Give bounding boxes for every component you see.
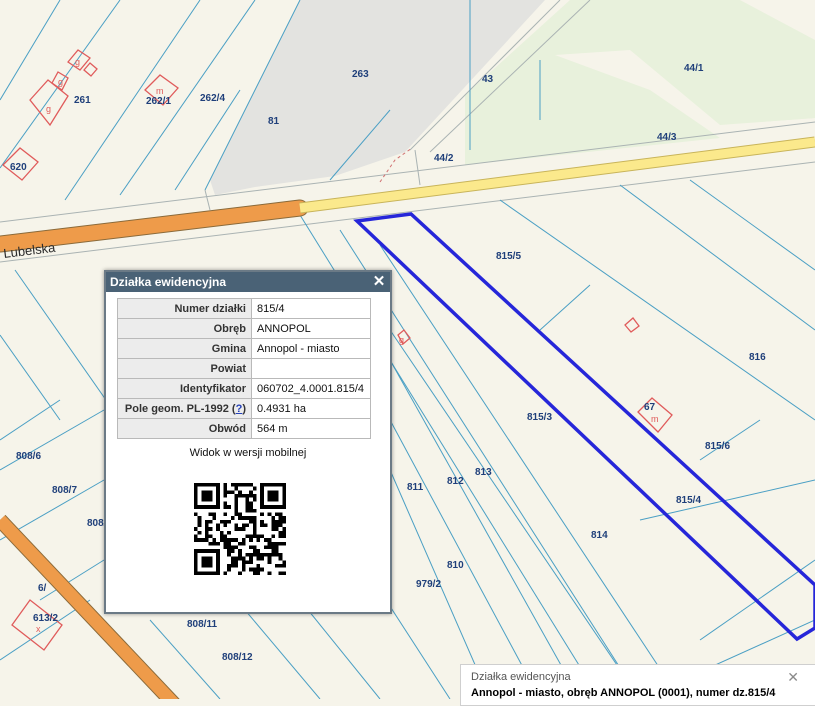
building-symbol: g <box>46 104 51 114</box>
parcel-label: 262/4 <box>200 93 225 104</box>
building-symbol: m <box>156 86 164 96</box>
parcel-label: 812 <box>447 476 464 487</box>
table-row: Gmina Annopol - miasto <box>117 338 371 359</box>
parcel-label: 808/7 <box>52 485 77 496</box>
attr-label: Obwód <box>117 418 252 439</box>
parcel-label: 979/2 <box>416 579 441 590</box>
attr-value: 815/4 <box>251 298 371 319</box>
parcel-label: 620 <box>10 162 27 173</box>
info-title: Działka ewidencyjna <box>471 671 571 683</box>
info-line: Annopol - miasto, obręb ANNOPOL (0001), … <box>471 687 776 699</box>
help-link[interactable]: ? <box>236 403 243 415</box>
parcel-label: 67 <box>644 402 656 413</box>
attr-value: 564 m <box>251 418 371 439</box>
popup-header: Działka ewidencyjna ✕ <box>106 272 390 292</box>
parcel-info-popup: Działka ewidencyjna ✕ Numer działki 815/… <box>104 270 392 614</box>
building-symbol: x <box>36 624 41 634</box>
building-symbol: m <box>651 414 659 424</box>
qr-code[interactable] <box>194 483 286 575</box>
table-row: Obwód 564 m <box>117 418 371 439</box>
attr-value: Annopol - miasto <box>251 338 371 359</box>
building-symbol: g <box>75 57 80 67</box>
table-row: Identyfikator 060702_4.0001.815/4 <box>117 378 371 399</box>
parcel-attributes-table: Numer działki 815/4 Obręb ANNOPOL Gmina … <box>117 298 371 439</box>
attr-label: Powiat <box>117 358 252 379</box>
parcel-label: 814 <box>591 530 608 541</box>
parcel-label: 808/6 <box>16 451 41 462</box>
parcel-label: 261 <box>74 95 91 106</box>
parcel-label: 808/11 <box>187 619 217 630</box>
table-row: Numer działki 815/4 <box>117 298 371 319</box>
close-icon[interactable]: ✕ <box>372 272 386 292</box>
bottom-info-panel: Działka ewidencyjna Annopol - miasto, ob… <box>460 664 815 706</box>
attr-value: 0.4931 ha <box>251 398 371 419</box>
building-symbol: g <box>58 77 63 87</box>
close-icon[interactable]: ✕ <box>787 669 799 686</box>
parcel-label: 813 <box>475 467 492 478</box>
building-symbol: g <box>399 335 404 345</box>
attr-label: Pole geom. PL-1992 <box>124 402 229 415</box>
parcel-label: 263 <box>352 69 369 80</box>
attr-value: ANNOPOL <box>251 318 371 339</box>
parcel-label: 613/2 <box>33 613 58 624</box>
parcel-label: 816 <box>749 352 766 363</box>
parcel-label: 44/1 <box>684 63 704 74</box>
table-row: Powiat <box>117 358 371 379</box>
parcel-label: 815/6 <box>705 441 730 452</box>
table-row: Pole geom. PL-1992 (?) 0.4931 ha <box>117 398 371 419</box>
attr-label: Numer działki <box>117 298 252 319</box>
parcel-label: 810 <box>447 560 464 571</box>
parcel-label: 44/3 <box>657 132 677 143</box>
attr-label: Gmina <box>117 338 252 359</box>
popup-title: Działka ewidencyjna <box>110 275 227 289</box>
parcel-label: 811 <box>407 482 424 493</box>
attr-value: 060702_4.0001.815/4 <box>251 378 371 399</box>
parcel-label: 815/4 <box>676 495 701 506</box>
parcel-label: 43 <box>482 74 494 85</box>
attr-value <box>251 358 371 379</box>
parcel-label: 815/3 <box>527 412 552 423</box>
parcel-label: 262/1 <box>146 96 171 107</box>
mobile-version-label: Widok w wersji mobilnej <box>189 447 307 459</box>
parcel-label: 81 <box>268 116 280 127</box>
parcel-label: 808/12 <box>222 652 253 663</box>
table-row: Obręb ANNOPOL <box>117 318 371 339</box>
attr-label: Identyfikator <box>117 378 252 399</box>
parcel-label: 44/2 <box>434 153 454 164</box>
parcel-label: 815/5 <box>496 251 521 262</box>
attr-label-area: Pole geom. PL-1992 (?) <box>117 398 252 419</box>
parcel-label: 6/ <box>38 583 47 594</box>
attr-label: Obręb <box>117 318 252 339</box>
